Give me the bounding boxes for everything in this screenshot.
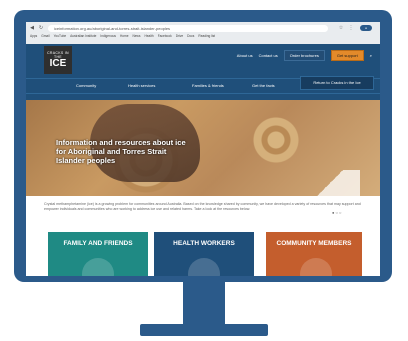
hero-decoration xyxy=(300,170,360,196)
card-title: FAMILY AND FRIENDS xyxy=(63,240,133,247)
hero-heading: Information and resources about ice for … xyxy=(56,138,186,165)
card-circle-icon xyxy=(300,258,332,276)
monitor-neck xyxy=(183,282,225,326)
reload-icon[interactable]: ↻ xyxy=(38,25,44,31)
monitor-base xyxy=(140,324,268,336)
card-title: HEALTH WORKERS xyxy=(173,240,235,247)
address-bar[interactable]: iceinformation.org.au/aboriginal-and-tor… xyxy=(48,25,328,32)
bookmark-item[interactable]: Reading list xyxy=(198,34,215,41)
nav-community[interactable]: Community xyxy=(76,83,96,88)
extensions-icon[interactable]: ⋮ xyxy=(348,25,354,31)
return-button[interactable]: Return to Cracks in the Ice xyxy=(300,76,374,90)
card-health-workers[interactable]: HEALTH WORKERS xyxy=(154,232,254,276)
card-title: COMMUNITY MEMBERS xyxy=(276,240,352,247)
pager-icon[interactable]: ● ○ ○ xyxy=(332,210,341,215)
order-brochures-button[interactable]: Order brochures xyxy=(283,50,325,61)
browser-chrome: ◀ ↻ iceinformation.org.au/aboriginal-and… xyxy=(26,22,380,45)
bookmark-item[interactable]: News xyxy=(132,34,140,41)
site-header: CRACKS IN THE ICE About us Contact us Or… xyxy=(26,44,380,100)
hero-banner: Information and resources about ice for … xyxy=(26,100,380,196)
bookmarks-bar: Apps Gmail YouTube Australian Institute … xyxy=(30,34,376,41)
bookmark-item[interactable]: Indigenous xyxy=(100,34,116,41)
bookmark-item[interactable]: YouTube xyxy=(54,34,67,41)
top-links: About us Contact us Order brochures Get … xyxy=(237,50,372,61)
bookmark-item[interactable]: Health xyxy=(144,34,153,41)
nav-families-friends[interactable]: Families & friends xyxy=(192,83,224,88)
card-family-friends[interactable]: FAMILY AND FRIENDS xyxy=(48,232,148,276)
nav-get-facts[interactable]: Get the facts xyxy=(252,83,275,88)
bookmark-item[interactable]: Gmail xyxy=(41,34,49,41)
bookmark-item[interactable]: Drive xyxy=(176,34,183,41)
monitor-frame: ◀ ↻ iceinformation.org.au/aboriginal-and… xyxy=(14,10,392,282)
site-logo[interactable]: CRACKS IN THE ICE xyxy=(44,46,72,74)
bookmark-item[interactable]: Docs xyxy=(187,34,194,41)
bookmark-item[interactable]: Facebook xyxy=(158,34,172,41)
intro-text: Crystal methamphetamine (ice) is a growi… xyxy=(44,202,361,211)
bookmark-item[interactable]: Australian Institute xyxy=(70,34,96,41)
card-circle-icon xyxy=(188,258,220,276)
get-support-button[interactable]: Get support xyxy=(330,50,364,61)
bookmark-item[interactable]: Home xyxy=(120,34,129,41)
about-link[interactable]: About us xyxy=(237,53,253,58)
star-icon[interactable]: ☆ xyxy=(338,25,344,31)
profile-icon[interactable]: ● xyxy=(360,25,372,31)
logo-main-text: ICE xyxy=(49,58,67,69)
bookmark-item[interactable]: Apps xyxy=(30,34,37,41)
card-circle-icon xyxy=(82,258,114,276)
nav-health-services[interactable]: Health services xyxy=(128,83,155,88)
search-icon[interactable]: ⌕ xyxy=(370,53,372,58)
card-community-members[interactable]: COMMUNITY MEMBERS xyxy=(266,232,362,276)
contact-link[interactable]: Contact us xyxy=(259,53,278,58)
back-icon[interactable]: ◀ xyxy=(29,25,35,31)
monitor-screen: ◀ ↻ iceinformation.org.au/aboriginal-and… xyxy=(26,22,380,276)
